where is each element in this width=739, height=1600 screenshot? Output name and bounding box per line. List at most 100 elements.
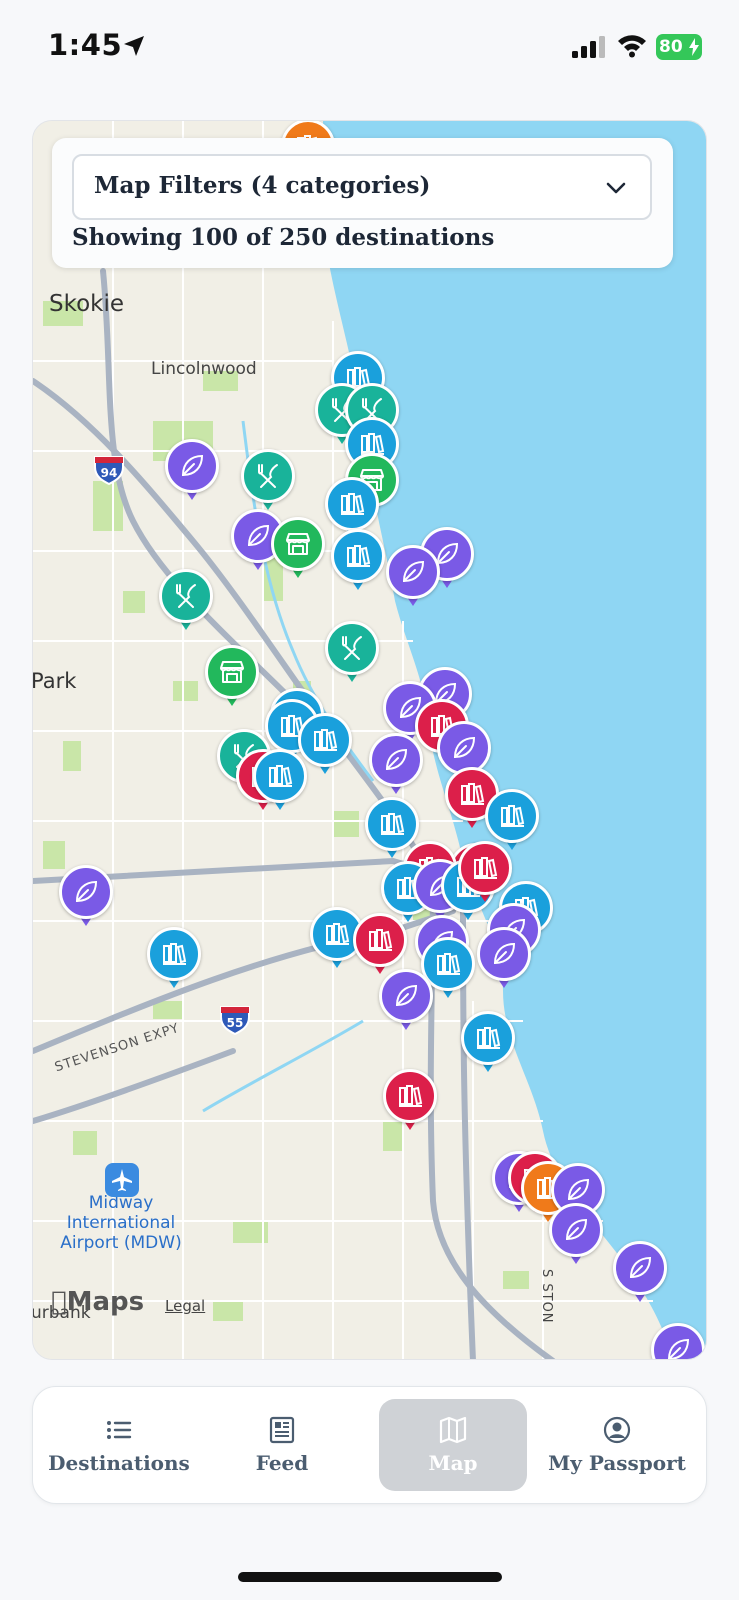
pin-badge xyxy=(477,927,531,981)
destination-pin[interactable] xyxy=(165,439,219,507)
destination-pin[interactable] xyxy=(651,1323,705,1359)
pin-badge xyxy=(549,1203,603,1257)
destination-pin[interactable] xyxy=(331,529,385,597)
leaf-icon xyxy=(402,560,425,583)
books-icon xyxy=(474,857,498,879)
destination-pin[interactable] xyxy=(205,645,259,713)
pin-badge xyxy=(386,545,440,599)
battery-level: 80 xyxy=(659,37,683,57)
midway-line-3: Airport (MDW) xyxy=(60,1233,182,1253)
tab-my-passport-label: My Passport xyxy=(548,1451,686,1475)
tab-my-passport[interactable]: My Passport xyxy=(537,1399,697,1491)
books-icon xyxy=(163,943,187,965)
pin-badge xyxy=(651,1323,705,1359)
midway-line-2: International xyxy=(66,1213,176,1233)
location-arrow-icon xyxy=(124,36,144,56)
newspaper-icon xyxy=(269,1416,295,1444)
bottom-tab-bar: Destinations Feed Map My Passport xyxy=(32,1386,707,1504)
user-circle-icon xyxy=(603,1416,631,1444)
books-icon xyxy=(381,813,405,835)
maps-attribution: Maps xyxy=(51,1287,145,1317)
battery-charging-icon: 80 xyxy=(656,34,702,60)
wifi-icon xyxy=(618,35,646,58)
destination-pin[interactable] xyxy=(383,1069,437,1137)
status-bar: 1:45 80 xyxy=(0,0,739,96)
leaf-icon xyxy=(493,942,516,965)
pin-badge xyxy=(241,449,295,503)
books-icon xyxy=(369,929,393,951)
leaf-icon xyxy=(181,454,204,477)
leaf-icon xyxy=(667,1338,690,1359)
shield-55-text: 55 xyxy=(227,1016,244,1030)
destination-pin[interactable] xyxy=(369,733,423,801)
pin-badge xyxy=(331,529,385,583)
books-icon xyxy=(314,729,338,751)
pin-badge xyxy=(147,927,201,981)
books-icon xyxy=(501,805,525,827)
leaf-icon xyxy=(453,736,476,759)
map-label-lincolnwood: Lincolnwood xyxy=(151,359,257,379)
filter-panel: Map Filters (4 categories) Showing 100 o… xyxy=(52,138,673,268)
fork-knife-icon xyxy=(258,464,278,488)
destination-pin[interactable] xyxy=(147,927,201,995)
map-label-midway-airport: Midway International Airport (MDW) xyxy=(55,1193,187,1253)
books-icon xyxy=(437,953,461,975)
map-icon xyxy=(439,1416,467,1444)
chevron-down-icon xyxy=(606,182,626,194)
interstate-94-shield: 94 xyxy=(94,456,124,485)
books-icon xyxy=(341,493,365,515)
destination-pin[interactable] xyxy=(379,969,433,1037)
map-label-skokie: Skokie xyxy=(49,291,125,317)
books-icon xyxy=(347,545,371,567)
storefront-icon xyxy=(286,533,310,555)
leaf-icon xyxy=(247,524,270,547)
destination-pin[interactable] xyxy=(477,927,531,995)
storefront-icon xyxy=(220,661,244,683)
destination-pin[interactable] xyxy=(159,569,213,637)
destination-pin[interactable] xyxy=(271,517,325,585)
pin-badge xyxy=(325,621,379,675)
interstate-55-shield: 55 xyxy=(220,1006,250,1035)
destination-pin[interactable] xyxy=(253,749,307,817)
cellular-signal-icon xyxy=(572,36,605,58)
map-label-park: Park xyxy=(32,669,77,693)
pin-badge xyxy=(59,865,113,919)
tab-destinations[interactable]: Destinations xyxy=(43,1399,195,1491)
pin-badge xyxy=(383,1069,437,1123)
destination-pin[interactable] xyxy=(613,1241,667,1309)
destination-pin[interactable] xyxy=(386,545,440,613)
map-filters-dropdown[interactable]: Map Filters (4 categories) xyxy=(72,154,652,220)
leaf-icon xyxy=(75,880,98,903)
map-filters-label: Map Filters (4 categories) xyxy=(94,172,431,199)
legal-link[interactable]: Legal xyxy=(165,1297,205,1315)
showing-count: Showing 100 of 250 destinations xyxy=(72,224,495,251)
tab-map[interactable]: Map xyxy=(379,1399,527,1491)
destination-pin[interactable] xyxy=(549,1203,603,1271)
pin-badge xyxy=(271,517,325,571)
destination-pin[interactable] xyxy=(325,621,379,689)
leaf-icon xyxy=(385,748,408,771)
leaf-icon xyxy=(565,1218,588,1241)
map-label-street: S STON xyxy=(539,1269,554,1324)
leaf-icon xyxy=(567,1178,590,1201)
tab-map-label: Map xyxy=(428,1451,478,1475)
map-view[interactable]: Skokie Lincolnwood Park STEVENSON EXPY M… xyxy=(32,120,707,1360)
pin-badge xyxy=(613,1241,667,1295)
shield-94-text: 94 xyxy=(101,466,118,480)
fork-knife-icon xyxy=(342,636,362,660)
tab-feed[interactable]: Feed xyxy=(209,1399,355,1491)
pin-badge xyxy=(165,439,219,493)
fork-knife-icon xyxy=(176,584,196,608)
destination-pin[interactable] xyxy=(59,865,113,933)
pin-badge xyxy=(369,733,423,787)
pin-badge xyxy=(325,477,379,531)
pin-badge xyxy=(353,913,407,967)
pin-badge xyxy=(379,969,433,1023)
pin-badge xyxy=(253,749,307,803)
pin-badge xyxy=(205,645,259,699)
apple-logo-icon:  xyxy=(51,1287,67,1317)
destination-pin[interactable] xyxy=(461,1011,515,1079)
status-time: 1:45 xyxy=(48,28,123,62)
destination-pin[interactable] xyxy=(241,449,295,517)
list-icon xyxy=(107,1421,132,1439)
